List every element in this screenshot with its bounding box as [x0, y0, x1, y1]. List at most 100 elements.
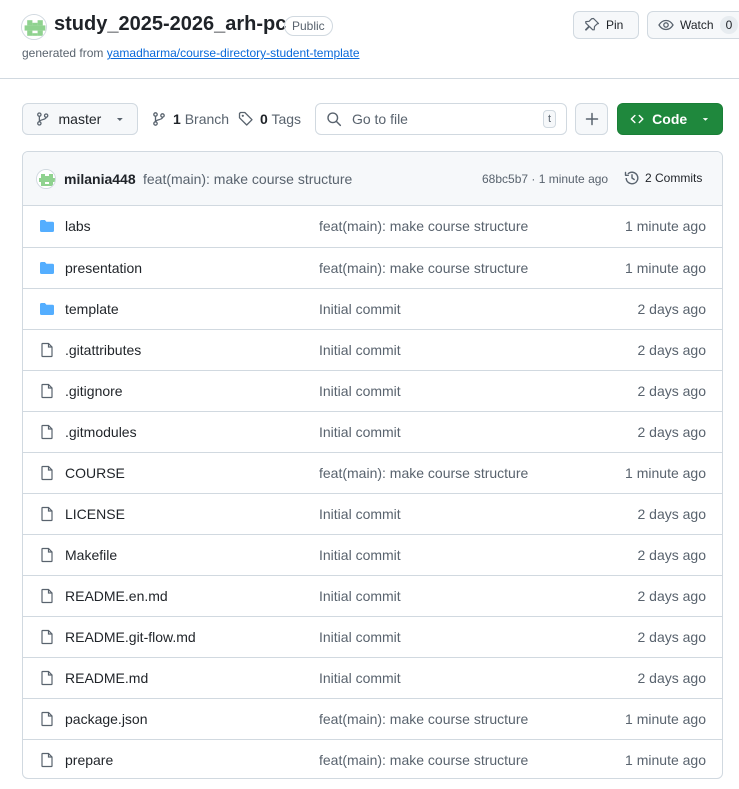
git-branch-icon: [37, 112, 49, 126]
file-name-link[interactable]: README.git-flow.md: [65, 629, 196, 645]
file-name-link[interactable]: README.en.md: [65, 588, 168, 604]
file-name-link[interactable]: .gitattributes: [65, 342, 141, 358]
file-commit-message-link[interactable]: Initial commit: [319, 506, 401, 522]
file-commit-message-link[interactable]: feat(main): make course structure: [319, 465, 528, 481]
commit-author-avatar[interactable]: [36, 169, 56, 189]
file-icon: [41, 547, 53, 563]
file-row[interactable]: .gitignore Initial commit 2 days ago: [23, 370, 722, 411]
file-icon: [41, 342, 53, 358]
file-commit-message-link[interactable]: Initial commit: [319, 588, 401, 604]
folder-icon: [40, 303, 54, 315]
file-commit-message-link[interactable]: Initial commit: [319, 629, 401, 645]
file-row[interactable]: README.md Initial commit 2 days ago: [23, 657, 722, 698]
file-icon: [41, 424, 53, 440]
owner-avatar[interactable]: [21, 14, 47, 40]
file-row[interactable]: LICENSE Initial commit 2 days ago: [23, 493, 722, 534]
file-row[interactable]: prepare feat(main): make course structure…: [23, 739, 722, 778]
file-row[interactable]: .gitattributes Initial commit 2 days ago: [23, 329, 722, 370]
go-to-file-input[interactable]: [351, 111, 533, 127]
file-commit-message-link[interactable]: Initial commit: [319, 547, 401, 563]
repo-name-link[interactable]: study_2025-2026_arh-pc: [54, 13, 286, 36]
file-commit-age: 2 days ago: [637, 424, 707, 440]
file-row[interactable]: presentation feat(main): make course stru…: [23, 247, 722, 288]
branch-label: Branch: [184, 111, 230, 127]
generated-prefix: generated from: [22, 46, 107, 60]
file-commit-age: 2 days ago: [637, 588, 707, 604]
file-icon: [41, 588, 53, 604]
branch-name: master: [58, 111, 102, 127]
watch-label: Watch: [680, 18, 714, 32]
commits-history-link[interactable]: 2 Commits: [624, 170, 702, 186]
file-row[interactable]: README.en.md Initial commit 2 days ago: [23, 575, 722, 616]
branches-link[interactable]: 1 Branch: [151, 103, 229, 135]
file-name-link[interactable]: COURSE: [65, 465, 125, 481]
template-repo-link[interactable]: yamadharma/course-directory-student-temp…: [107, 46, 360, 60]
folder-icon: [40, 220, 54, 232]
file-name-link[interactable]: README.md: [65, 670, 148, 686]
file-name-link[interactable]: .gitignore: [65, 383, 123, 399]
file-name-link[interactable]: prepare: [65, 752, 113, 768]
commit-author-link[interactable]: milania448: [64, 171, 136, 187]
pin-button[interactable]: Pin: [573, 11, 639, 39]
file-commit-age: 1 minute ago: [625, 218, 706, 234]
go-to-file-search[interactable]: t: [315, 103, 567, 135]
code-button[interactable]: Code: [617, 103, 723, 135]
file-icon: [41, 506, 53, 522]
tag-count: 0: [260, 111, 268, 127]
file-name-link[interactable]: Makefile: [65, 547, 117, 563]
git-branch-icon: [153, 112, 165, 126]
file-commit-message-link[interactable]: feat(main): make course structure: [319, 218, 528, 234]
watch-button[interactable]: Watch 0: [647, 11, 739, 39]
file-name-link[interactable]: LICENSE: [65, 506, 125, 522]
file-icon: [41, 670, 53, 686]
file-commit-message-link[interactable]: Initial commit: [319, 383, 401, 399]
file-icon: [41, 465, 53, 481]
file-commit-age: 2 days ago: [637, 506, 707, 522]
search-icon: [327, 112, 342, 127]
file-row[interactable]: template Initial commit 2 days ago: [23, 288, 722, 329]
file-browser: milania448 feat(main): make course struc…: [22, 151, 723, 779]
file-commit-message-link[interactable]: feat(main): make course structure: [319, 752, 528, 768]
file-name-link[interactable]: package.json: [65, 711, 148, 727]
file-name-link[interactable]: template: [65, 301, 119, 317]
file-icon: [41, 752, 53, 768]
file-row[interactable]: package.json feat(main): make course stru…: [23, 698, 722, 739]
file-commit-message-link[interactable]: feat(main): make course structure: [319, 260, 528, 276]
pin-label: Pin: [606, 18, 624, 32]
file-commit-message-link[interactable]: feat(main): make course structure: [319, 711, 528, 727]
tag-label: Tags: [271, 111, 302, 127]
file-row[interactable]: .gitmodules Initial commit 2 days ago: [23, 411, 722, 452]
branch-select-button[interactable]: master: [22, 103, 138, 135]
file-row[interactable]: Makefile Initial commit 2 days ago: [23, 534, 722, 575]
file-commit-message-link[interactable]: Initial commit: [319, 670, 401, 686]
file-commit-message-link[interactable]: Initial commit: [319, 342, 401, 358]
tags-link[interactable]: 0 Tags: [238, 103, 301, 135]
code-icon: [630, 114, 644, 124]
file-name-link[interactable]: labs: [65, 218, 91, 234]
file-commit-message-link[interactable]: Initial commit: [319, 424, 401, 440]
eye-icon: [658, 19, 674, 31]
file-icon: [41, 711, 53, 727]
latest-commit-bar: milania448 feat(main): make course struc…: [23, 152, 722, 206]
caret-down-icon: [117, 118, 124, 121]
file-icon: [41, 383, 53, 399]
file-row[interactable]: labs feat(main): make course structure 1 m…: [23, 206, 722, 247]
repo-header: study_2025-2026_arh-pc Public generated …: [0, 0, 739, 79]
visibility-badge: Public: [284, 16, 333, 36]
file-name-link[interactable]: presentation: [65, 260, 142, 276]
identicon-icon: [22, 15, 46, 39]
commit-message-link[interactable]: feat(main): make course structure: [143, 171, 352, 187]
file-row[interactable]: README.git-flow.md Initial commit 2 days a…: [23, 616, 722, 657]
search-shortcut-key: t: [542, 110, 556, 128]
file-icon: [41, 629, 53, 645]
add-file-button[interactable]: [575, 103, 608, 135]
file-row[interactable]: COURSE feat(main): make course structure 1…: [23, 452, 722, 493]
file-commit-message-link[interactable]: Initial commit: [319, 301, 401, 317]
file-name-link[interactable]: .gitmodules: [65, 424, 137, 440]
commit-hash-time[interactable]: 68bc5b7 · 1 minute ago: [482, 172, 608, 186]
branch-count: 1: [173, 111, 181, 127]
code-label: Code: [652, 111, 688, 127]
file-commit-age: 1 minute ago: [625, 465, 706, 481]
file-commit-age: 2 days ago: [637, 383, 707, 399]
caret-down-icon: [702, 118, 709, 121]
